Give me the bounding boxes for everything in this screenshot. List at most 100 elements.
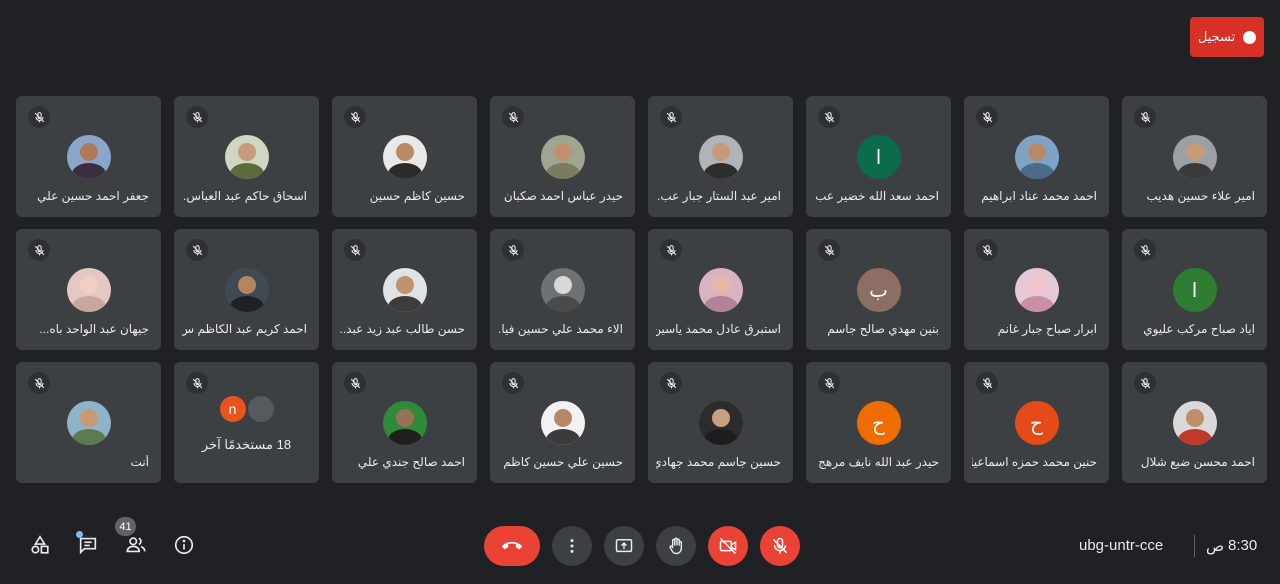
raise-hand-button[interactable] xyxy=(656,526,696,566)
participant-name: أنت xyxy=(130,455,149,469)
participant-tile[interactable]: حسين علي حسين كاظم xyxy=(490,362,635,483)
participant-tile[interactable]: الاء محمد علي حسين فيا... xyxy=(490,229,635,350)
camera-toggle-button[interactable] xyxy=(708,526,748,566)
participant-tile[interactable]: ابرار صباح جبار غانم xyxy=(964,229,1109,350)
letter-avatar: ح xyxy=(1014,401,1059,445)
time-suffix: ص xyxy=(1206,538,1225,555)
participant-tile[interactable]: احمد محسن ضبع شلال xyxy=(1122,362,1267,483)
profile-photo-avatar xyxy=(540,401,585,445)
participant-name: حيدر عبد الله نايف مرهج xyxy=(818,455,939,469)
muted-mic-icon xyxy=(1134,106,1156,128)
muted-mic-icon xyxy=(1134,372,1156,394)
participant-tile[interactable]: ب بنين مهدي صالح جاسم xyxy=(806,229,951,350)
muted-mic-icon xyxy=(660,372,682,394)
mic-off-icon xyxy=(772,537,788,554)
muted-mic-icon xyxy=(818,106,840,128)
muted-mic-icon xyxy=(660,106,682,128)
profile-photo-avatar xyxy=(698,268,743,312)
meeting-details-button[interactable] xyxy=(164,525,204,565)
record-indicator-button[interactable]: تسجيل xyxy=(1190,17,1264,57)
participant-tile[interactable]: جعفر احمد حسين علي xyxy=(16,96,161,217)
participant-name: اياد صباح مركب عليوي xyxy=(1143,322,1255,336)
participant-tile[interactable]: حيدر عباس احمد صكبان xyxy=(490,96,635,217)
profile-photo-avatar xyxy=(698,135,743,179)
participant-tile[interactable]: حسين جاسم محمد جهادي xyxy=(648,362,793,483)
participant-tile[interactable]: ح حنين محمد حمزه اسماعيل xyxy=(964,362,1109,483)
participant-name: احمد صالح جندي علي xyxy=(357,455,465,469)
others-count-label: 18 مستخدمًا آخر xyxy=(201,437,292,452)
participant-name: امير عبد الستار جبار عب... xyxy=(656,189,781,203)
participant-name: حسين كاظم حسين xyxy=(369,189,465,203)
participant-name: احمد سعد الله خضير عب... xyxy=(814,189,939,203)
participant-tile[interactable]: امير عبد الستار جبار عب... xyxy=(648,96,793,217)
participant-tile[interactable]: احمد صالح جندي علي xyxy=(332,362,477,483)
record-label: تسجيل xyxy=(1197,29,1236,44)
participant-tile[interactable]: ا احمد سعد الله خضير عب... xyxy=(806,96,951,217)
muted-mic-icon xyxy=(1134,239,1156,261)
participant-tile[interactable]: حسين كاظم حسين xyxy=(332,96,477,217)
participant-tile[interactable]: احمد محمد عناد ابراهيم xyxy=(964,96,1109,217)
microphone-toggle-button[interactable] xyxy=(760,526,800,566)
chat-notification-dot xyxy=(76,531,83,538)
leave-call-button[interactable] xyxy=(484,526,540,566)
camera-off-icon xyxy=(719,537,737,555)
profile-photo-avatar xyxy=(1172,401,1217,445)
participant-tile[interactable]: ح حيدر عبد الله نايف مرهج xyxy=(806,362,951,483)
more-options-button[interactable] xyxy=(552,526,592,566)
participant-name: الاء محمد علي حسين فيا... xyxy=(498,322,623,336)
muted-mic-icon xyxy=(186,106,208,128)
participant-tile[interactable]: امير علاء حسين هديب xyxy=(1122,96,1267,217)
activities-button[interactable] xyxy=(20,525,60,565)
participant-name: بنين مهدي صالح جاسم xyxy=(827,322,939,336)
participant-name: امير علاء حسين هديب xyxy=(1146,189,1255,203)
participant-name: جيهان عبد الواحد باه... xyxy=(39,322,149,336)
participant-tile[interactable]: استبرق عادل محمد ياسين xyxy=(648,229,793,350)
muted-mic-icon xyxy=(818,239,840,261)
participant-tile[interactable]: ا اياد صباح مركب عليوي xyxy=(1122,229,1267,350)
profile-photo-avatar xyxy=(66,401,111,445)
participant-tile[interactable]: احمد كريم عبد الكاظم س... xyxy=(174,229,319,350)
profile-photo-avatar xyxy=(224,268,269,312)
participant-name: حسن طالب عبد زيد عبد... xyxy=(340,322,465,336)
record-dot-icon xyxy=(1243,30,1257,44)
others-photo-avatar xyxy=(247,396,274,422)
letter-avatar: ا xyxy=(856,135,901,179)
participant-tile[interactable]: أنت xyxy=(16,362,161,483)
profile-photo-avatar xyxy=(540,268,585,312)
participant-name: استبرق عادل محمد ياسين xyxy=(656,322,781,336)
profile-photo-avatar xyxy=(382,135,427,179)
participant-name: احمد كريم عبد الكاظم س... xyxy=(182,322,307,336)
info-icon xyxy=(174,535,194,555)
profile-photo-avatar xyxy=(698,401,743,445)
muted-mic-icon xyxy=(186,239,208,261)
muted-mic-icon xyxy=(28,106,50,128)
participant-tile[interactable]: اسحاق حاكم عبد العباس... xyxy=(174,96,319,217)
info-divider xyxy=(1194,535,1195,557)
muted-mic-icon xyxy=(28,372,50,394)
letter-avatar: ب xyxy=(856,268,901,312)
profile-photo-avatar xyxy=(66,268,111,312)
profile-photo-avatar xyxy=(540,135,585,179)
current-time: 8:30 xyxy=(1228,537,1258,554)
profile-photo-avatar xyxy=(224,135,269,179)
participant-name: حسين جاسم محمد جهادي xyxy=(656,455,781,469)
present-screen-button[interactable] xyxy=(604,526,644,566)
people-count-badge: 41 xyxy=(115,517,136,536)
people-icon xyxy=(126,537,146,553)
others-letter-avatar: n xyxy=(219,396,246,422)
participant-name: حيدر عباس احمد صكبان xyxy=(503,189,623,203)
others-avatars: n xyxy=(174,396,319,422)
participant-name: احمد محسن ضبع شلال xyxy=(1140,455,1255,469)
profile-photo-avatar xyxy=(66,135,111,179)
participant-name: حسين علي حسين كاظم xyxy=(503,455,623,469)
profile-photo-avatar xyxy=(382,268,427,312)
chat-button[interactable] xyxy=(68,525,108,565)
participant-tile[interactable]: جيهان عبد الواحد باه... xyxy=(16,229,161,350)
profile-photo-avatar xyxy=(1014,135,1059,179)
participant-tile[interactable]: حسن طالب عبد زيد عبد... xyxy=(332,229,477,350)
meeting-code: ubg-untr-cce xyxy=(1079,537,1164,554)
present-icon xyxy=(615,539,633,553)
participant-tile[interactable]: n 18 مستخدمًا آخر xyxy=(174,362,319,483)
muted-mic-icon xyxy=(344,239,366,261)
participant-name: جعفر احمد حسين علي xyxy=(37,189,149,203)
